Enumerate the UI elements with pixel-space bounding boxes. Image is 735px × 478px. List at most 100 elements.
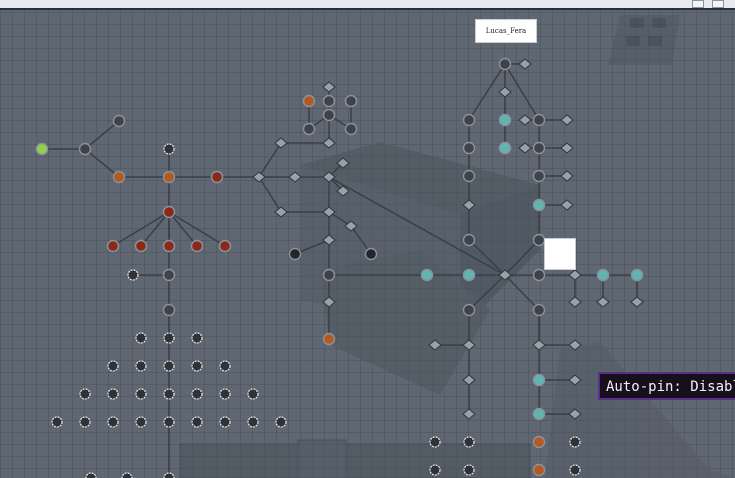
skill-node-ring[interactable] — [219, 388, 231, 400]
skill-node-ring[interactable] — [191, 332, 203, 344]
skill-node-h4[interactable] — [288, 171, 302, 183]
skill-node-r2[interactable] — [498, 86, 512, 98]
skill-node-a2[interactable] — [78, 142, 92, 156]
skill-node-t5[interactable] — [302, 122, 316, 136]
skill-node-h3[interactable] — [274, 206, 288, 218]
skill-node-ring[interactable] — [163, 388, 175, 400]
skill-node-h2[interactable] — [274, 137, 288, 149]
skill-node-u6[interactable] — [463, 464, 475, 476]
skill-node-s4[interactable] — [462, 374, 476, 386]
skill-node-t3[interactable] — [322, 94, 336, 108]
skill-node-q2[interactable] — [462, 268, 476, 282]
skill-node-m7[interactable] — [288, 247, 302, 261]
skill-node-r17[interactable] — [560, 199, 574, 211]
skill-node-r7[interactable] — [462, 141, 476, 155]
skill-node-r1[interactable] — [462, 113, 476, 127]
skill-node-q3[interactable] — [532, 268, 546, 282]
skill-node-r0[interactable] — [498, 57, 512, 71]
skill-node-ring[interactable] — [135, 360, 147, 372]
skill-node-m11[interactable] — [322, 332, 336, 346]
skill-node-r10[interactable] — [532, 141, 546, 155]
skill-node-ring[interactable] — [135, 332, 147, 344]
skill-node-ring[interactable] — [219, 360, 231, 372]
skill-node-s7[interactable] — [532, 339, 546, 351]
skill-node-q7[interactable] — [596, 296, 610, 308]
skill-node-a6[interactable] — [162, 170, 176, 184]
skill-node-r5[interactable] — [518, 114, 532, 126]
skill-node-b1[interactable] — [106, 239, 120, 253]
skill-node-ring[interactable] — [135, 416, 147, 428]
skill-node-a1[interactable] — [35, 142, 49, 156]
skill-node-a3[interactable] — [112, 114, 126, 128]
skill-node-q6[interactable] — [630, 268, 644, 282]
skill-node-r13[interactable] — [532, 169, 546, 183]
annotation-note-small[interactable] — [544, 238, 576, 270]
skill-node-q9[interactable] — [568, 296, 582, 308]
skill-node-m8[interactable] — [364, 247, 378, 261]
annotation-note[interactable]: Lucas_Fera — [475, 19, 537, 43]
skill-node-r12[interactable] — [462, 169, 476, 183]
skill-node-t8[interactable] — [322, 137, 336, 149]
skill-node-c1[interactable] — [127, 269, 139, 281]
skill-node-ring[interactable] — [79, 416, 91, 428]
skill-node-r19[interactable] — [532, 233, 546, 247]
skill-node-q5[interactable] — [596, 268, 610, 282]
skill-node-u8[interactable] — [569, 464, 581, 476]
skill-node-ring[interactable] — [51, 416, 63, 428]
skill-node-q1[interactable] — [420, 268, 434, 282]
skill-node-q8[interactable] — [630, 296, 644, 308]
skill-node-h1[interactable] — [252, 171, 266, 183]
skill-node-u5[interactable] — [429, 464, 441, 476]
skill-node-ring[interactable] — [121, 472, 133, 478]
skill-node-u4[interactable] — [569, 436, 581, 448]
skill-node-r16[interactable] — [532, 198, 546, 212]
skill-node-r3[interactable] — [532, 113, 546, 127]
skill-node-u1[interactable] — [429, 436, 441, 448]
skill-node-ring[interactable] — [191, 388, 203, 400]
skill-node-u3[interactable] — [532, 435, 546, 449]
skill-node-ring[interactable] — [191, 360, 203, 372]
skill-node-r14[interactable] — [560, 170, 574, 182]
skill-node-ring[interactable] — [247, 416, 259, 428]
skill-node-q4[interactable] — [568, 269, 582, 281]
skill-node-ring[interactable] — [79, 388, 91, 400]
skill-node-s5[interactable] — [462, 408, 476, 420]
skill-node-ring[interactable] — [275, 416, 287, 428]
skill-node-r18[interactable] — [462, 233, 476, 247]
skill-node-ring[interactable] — [191, 416, 203, 428]
skill-node-r9[interactable] — [518, 142, 532, 154]
skill-node-ring[interactable] — [247, 388, 259, 400]
skill-node-t2[interactable] — [302, 94, 316, 108]
skill-node-r11[interactable] — [560, 142, 574, 154]
skill-node-r0b[interactable] — [518, 58, 532, 70]
skill-node-ring[interactable] — [85, 472, 97, 478]
skill-tree-graph[interactable] — [0, 0, 735, 478]
skill-node-c3[interactable] — [162, 303, 176, 317]
skill-node-r6[interactable] — [560, 114, 574, 126]
skill-node-ring[interactable] — [107, 360, 119, 372]
skill-node-ring[interactable] — [107, 388, 119, 400]
skill-node-t7[interactable] — [344, 122, 358, 136]
skill-node-ring[interactable] — [163, 416, 175, 428]
skill-node-t1[interactable] — [322, 81, 336, 93]
skill-node-r4[interactable] — [498, 113, 512, 127]
skill-node-s1[interactable] — [462, 303, 476, 317]
skill-node-m9[interactable] — [322, 268, 336, 282]
skill-node-a8[interactable] — [162, 205, 176, 219]
skill-node-ring[interactable] — [163, 332, 175, 344]
skill-node-c2[interactable] — [162, 268, 176, 282]
skill-node-u2[interactable] — [463, 436, 475, 448]
skill-node-ring[interactable] — [163, 472, 175, 478]
skill-node-ring[interactable] — [219, 416, 231, 428]
skill-node-b5[interactable] — [218, 239, 232, 253]
skill-node-s11[interactable] — [532, 407, 546, 421]
skill-node-ring[interactable] — [107, 416, 119, 428]
skill-node-t6[interactable] — [322, 108, 336, 122]
skill-node-s9[interactable] — [532, 373, 546, 387]
skill-node-a7[interactable] — [210, 170, 224, 184]
skill-node-t4[interactable] — [344, 94, 358, 108]
skill-node-b3[interactable] — [162, 239, 176, 253]
skill-node-a4[interactable] — [112, 170, 126, 184]
skill-node-r8[interactable] — [498, 141, 512, 155]
skill-node-ring[interactable] — [135, 388, 147, 400]
